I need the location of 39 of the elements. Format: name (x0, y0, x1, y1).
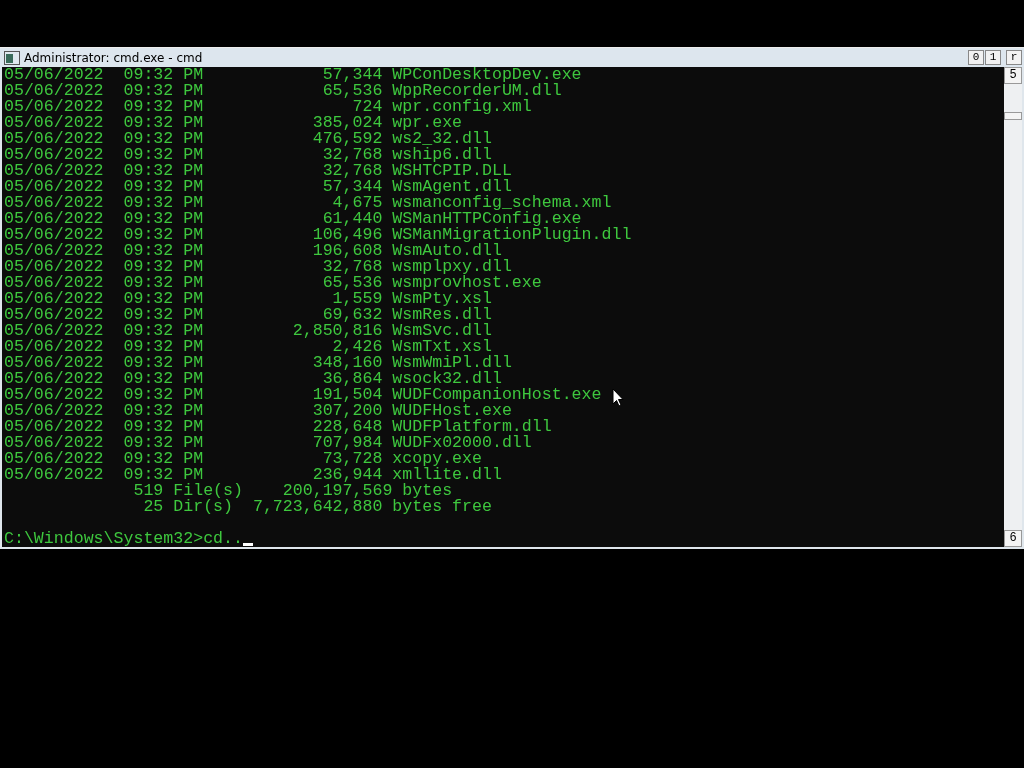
console-line: 05/06/2022 09:32 PM 191,504 WUDFCompanionHost.exe (4, 387, 602, 403)
console-line: 25 Dir(s) 7,723,642,880 bytes free (142, 499, 492, 515)
console-line: 05/06/2022 09:32 PM 4,675 wsmanconfig_schema.xml (4, 195, 612, 211)
console-line: 05/06/2022 09:32 PM 57,344 WPConDesktopDev.exe (4, 67, 582, 83)
console-line: 05/06/2022 09:32 PM 65,536 wsmprovhost.exe (4, 275, 542, 291)
window-control-button[interactable]: r (1006, 50, 1022, 65)
console-line: 05/06/2022 09:32 PM 61,440 WSManHTTPConfig.exe (4, 211, 582, 227)
scroll-down-button[interactable]: 6 (1004, 530, 1022, 547)
mouse-pointer-icon (612, 388, 624, 407)
console-line: 05/06/2022 09:32 PM 236,944 xmllite.dll (4, 467, 502, 483)
console-line: 05/06/2022 09:32 PM 724 wpr.config.xml (4, 99, 532, 115)
console-line: 05/06/2022 09:32 PM 69,632 WsmRes.dll (4, 307, 492, 323)
console-line: 05/06/2022 09:32 PM 106,496 WSManMigrationPlugin.dll (4, 227, 632, 243)
console-line: 05/06/2022 09:32 PM 57,344 WsmAgent.dll (4, 179, 512, 195)
console-line: 05/06/2022 09:32 PM 65,536 WppRecorderUM.dll (4, 83, 562, 99)
console-line: 05/06/2022 09:32 PM 307,200 WUDFHost.exe (4, 403, 512, 419)
console-line: 05/06/2022 09:32 PM 36,864 wsock32.dll (4, 371, 502, 387)
console-line: 05/06/2022 09:32 PM 32,768 WSHTCPIP.DLL (4, 163, 512, 179)
console-line: 05/06/2022 09:32 PM 73,728 xcopy.exe (4, 451, 482, 467)
console-line: 05/06/2022 09:32 PM 707,984 WUDFx02000.dll (4, 435, 532, 451)
console-line: 05/06/2022 09:32 PM 32,768 wship6.dll (4, 147, 492, 163)
console-line: 05/06/2022 09:32 PM 2,426 WsmTxt.xsl (4, 339, 492, 355)
console-line: 05/06/2022 09:32 PM 348,160 WsmWmiPl.dll (4, 355, 512, 371)
scrollbar[interactable]: 5 6 (1004, 67, 1022, 547)
scroll-up-button[interactable]: 5 (1004, 67, 1022, 84)
console-line: 05/06/2022 09:32 PM 32,768 wsmplpxy.dll (4, 259, 512, 275)
console-line: 05/06/2022 09:32 PM 2,850,816 WsmSvc.dll (4, 323, 492, 339)
console-line: 05/06/2022 09:32 PM 196,608 WsmAuto.dll (4, 243, 502, 259)
console-line: 05/06/2022 09:32 PM 385,024 wpr.exe (4, 115, 463, 131)
scroll-thumb[interactable] (1004, 112, 1022, 120)
window-title: Administrator: cmd.exe - cmd (24, 50, 204, 65)
command-prompt[interactable]: C:\Windows\System32>cd.. (4, 531, 243, 547)
text-cursor (243, 543, 253, 546)
window-control-button[interactable]: 1 (985, 50, 1001, 65)
window-control-button[interactable]: 0 (968, 50, 984, 65)
console-line: 519 File(s) 200,197,569 bytes (132, 483, 453, 499)
console-line: 05/06/2022 09:32 PM 228,648 WUDFPlatform.dll (4, 419, 552, 435)
console-line: 05/06/2022 09:32 PM 1,559 WsmPty.xsl (4, 291, 492, 307)
console-line: 05/06/2022 09:32 PM 476,592 ws2_32.dll (4, 131, 492, 147)
